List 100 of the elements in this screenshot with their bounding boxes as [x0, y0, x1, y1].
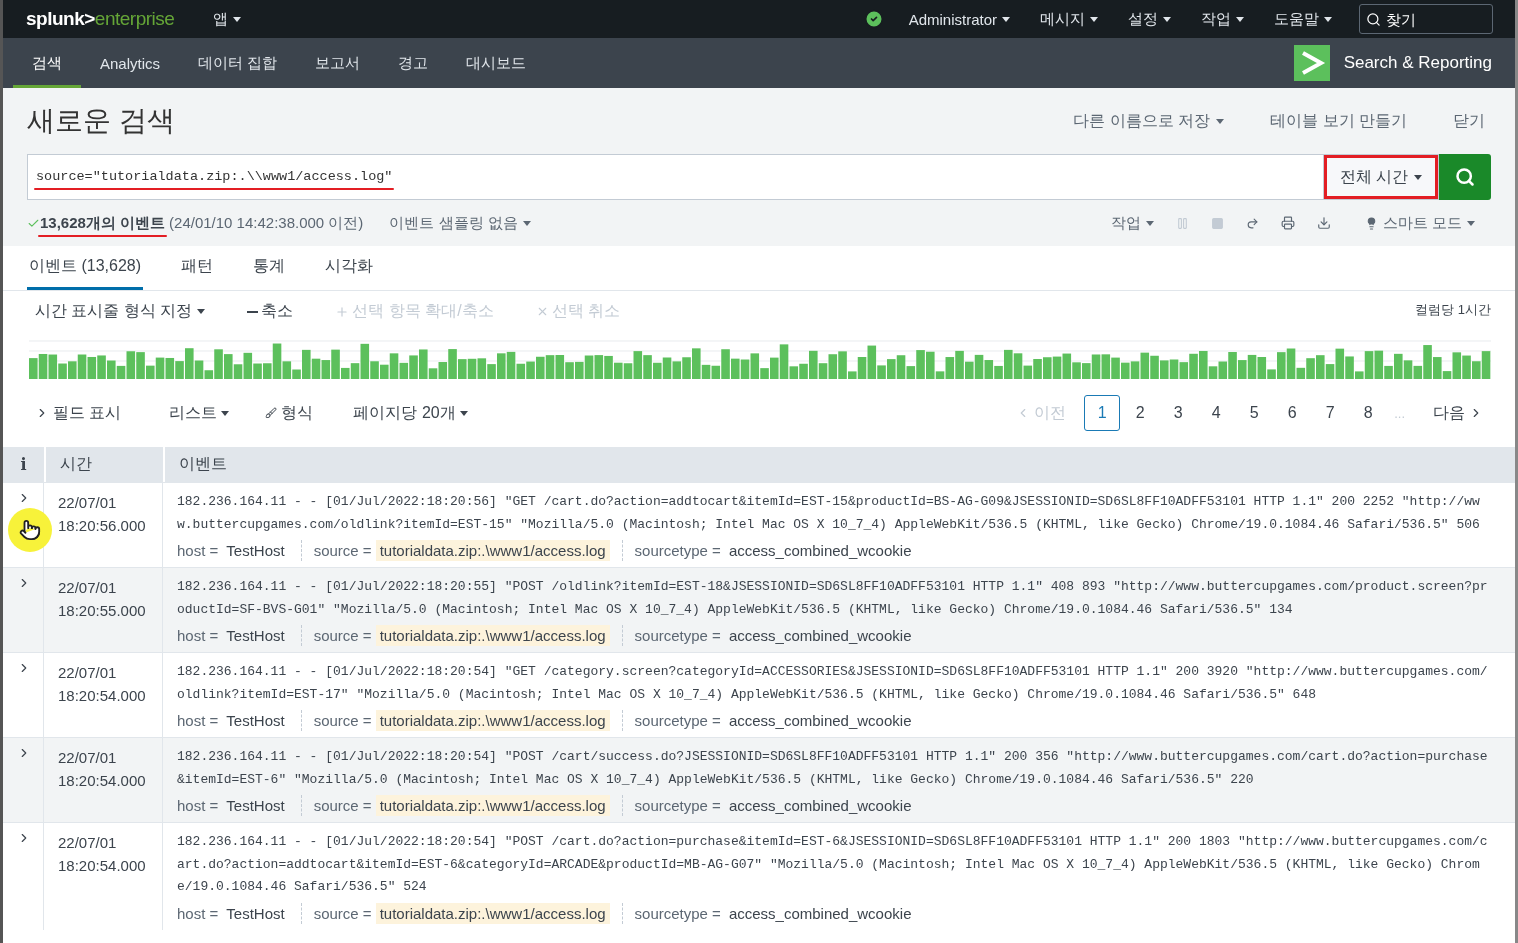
event-raw-text: 182.236.164.11 - - [01/Jul/2022:18:20:54] "GET /category.screen?categoryId=ACCESSORIES&JSESSIONID=SD6SL8FF10ADFF53101 HTTP 1.1" 200 3920 "http://www.buttercupgames.com/ [177, 663, 1489, 681]
field-value[interactable]: TestHost [222, 625, 289, 646]
top-menu[interactable]: 작업 [1186, 9, 1259, 29]
event-raw-text: 182.236.164.11 - - [01/Jul/2022:18:20:55] "POST /oldlink?itemId=EST-18&JSESSIONID=SD6SL8FF10ADFF53101 HTTP 1.1" 408 893 "http://www.buttercupgames.com/product.screen?pr [177, 578, 1489, 596]
field-value[interactable]: tutorialdata.zip:.\www1/access.log [375, 902, 610, 924]
page-number[interactable]: 1 [1084, 395, 1121, 431]
event-raw-text: 182.236.164.11 - - [01/Jul/2022:18:20:54] "POST /cart/success.do?JSESSIONID=SD6SL8FF10ADFF53101 HTTP 1.1" 200 356 "http://www.buttercupgames.com/cart.do?action=purchase [177, 748, 1489, 766]
nav-tab[interactable]: Analytics [81, 38, 180, 88]
download-icon [1316, 216, 1331, 230]
search-button[interactable] [1439, 154, 1491, 200]
page-number[interactable]: 5 [1236, 395, 1273, 431]
field-value[interactable]: TestHost [222, 902, 289, 924]
event-date: 22/07/01 [58, 493, 118, 513]
field-value[interactable]: access_combined_wcookie [724, 710, 916, 731]
nav-tab[interactable]: 보고서 [296, 38, 380, 88]
job-action-button[interactable] [1316, 216, 1331, 230]
top-menu[interactable]: 도움말 [1259, 9, 1347, 29]
timeline-action[interactable]: 축소 [247, 301, 294, 322]
field-name: source = [313, 904, 372, 922]
page-number[interactable]: 7 [1312, 395, 1349, 431]
field-name: source = [313, 712, 372, 729]
page-action-link[interactable]: 다른 이름으로 저장 [1067, 109, 1231, 133]
column-header[interactable]: i [3, 447, 44, 482]
field-value[interactable]: TestHost [222, 710, 289, 731]
field-value[interactable]: tutorialdata.zip:.\www1/access.log [375, 625, 610, 646]
results-tab[interactable]: 패턴 [179, 246, 216, 290]
event-time: 18:20:54.000 [58, 686, 147, 706]
field-name: source = [313, 542, 372, 559]
timeline-format-dropdown[interactable]: 시간 표시줄 형식 지정 [35, 301, 206, 322]
next-page-link[interactable]: 다음 [1425, 402, 1491, 424]
job-action-button[interactable] [1280, 216, 1295, 230]
field-value[interactable]: access_combined_wcookie [724, 540, 916, 561]
event-raw-text: art.do?action=addtocart&itemId=EST-6&categoryId=ARCADE&productId=MB-AG-G07" "Mozilla/5.0 (Macintosh; Intel Mac OS X 10_7_4) AppleWebKit/536.5 (KHTML, like Gecko) Chrom [177, 855, 1481, 874]
nav-tab[interactable]: 데이터 집합 [179, 38, 297, 88]
search-icon [1366, 12, 1381, 27]
page-number[interactable]: 2 [1122, 395, 1159, 431]
field-name: source = [313, 797, 372, 814]
job-action-button[interactable] [1245, 216, 1259, 230]
field-name: sourcetype = [634, 542, 721, 559]
page-number[interactable]: 8 [1350, 395, 1387, 431]
page-number[interactable]: 4 [1198, 395, 1235, 431]
caret-icon [1002, 16, 1010, 22]
search-field[interactable]: 찾기 [1359, 4, 1493, 34]
column-header[interactable]: 이벤트 [163, 447, 1515, 482]
field-value[interactable]: access_combined_wcookie [724, 902, 916, 924]
share-icon [1245, 216, 1259, 230]
event-date: 22/07/01 [58, 748, 118, 768]
event-date: 22/07/01 [58, 578, 118, 598]
event-time: 18:20:54.000 [58, 856, 147, 876]
page-action-link[interactable]: 테이블 보기 만들기 [1264, 109, 1413, 133]
results-tab[interactable]: 이벤트 (13,628) [27, 246, 144, 290]
field-value[interactable]: tutorialdata.zip:.\www1/access.log [375, 795, 610, 816]
time-range-picker[interactable]: 전체 시간 [1323, 154, 1439, 200]
caret-icon [1324, 16, 1332, 22]
event-raw-text: e/19.0.1084.46 Safari/536.5" 524 [177, 878, 428, 896]
list-dropdown[interactable]: 리스트 [169, 402, 230, 424]
page-action-link[interactable]: 닫기 [1447, 109, 1491, 133]
results-tab[interactable]: 시각화 [323, 246, 376, 290]
nav-tab[interactable]: 대시보드 [447, 38, 546, 88]
per-page-dropdown[interactable]: 페이지당 20개 [353, 402, 468, 424]
page-number[interactable]: 3 [1160, 395, 1197, 431]
caret-icon [221, 410, 230, 416]
caret-icon [1090, 16, 1098, 22]
caret-icon [1467, 220, 1475, 226]
field-value[interactable]: tutorialdata.zip:.\www1/access.log [375, 540, 610, 561]
plus-icon [335, 304, 350, 319]
nav-tab[interactable]: 경고 [379, 38, 448, 88]
field-value[interactable]: access_combined_wcookie [724, 795, 916, 816]
print-icon [1280, 216, 1295, 230]
caret-icon [459, 410, 468, 416]
top-menu[interactable]: Administrator [893, 10, 1025, 28]
minus-icon [247, 310, 259, 313]
field-value[interactable]: access_combined_wcookie [724, 625, 916, 646]
job-menu[interactable]: 작업 [1110, 213, 1154, 233]
search-query-field[interactable]: source="tutorialdata.zip:.\\www1/access.log" [27, 154, 1323, 200]
top-menu[interactable]: 메시지 [1025, 9, 1113, 29]
top-menu[interactable]: 설정 [1113, 9, 1186, 29]
event-raw-text: 182.236.164.11 - - [01/Jul/2022:18:20:56] "GET /cart.do?action=addtocart&itemId=EST-15&productId=BS-AG-G09&JSESSIONID=SD6SL8FF10ADFF53101 HTTP 1.1" 200 2252 "http://ww [177, 493, 1481, 511]
column-header[interactable]: 시간 [44, 447, 163, 482]
event-raw-text: oldlink?itemId=EST-17" "Mozilla/5.0 (Macintosh; Intel Mac OS X 10_7_4) AppleWebKit/536.5 (KHTML, like Gecko) Chrome/19.0.1084.46 Safari/536.5" 648 [177, 685, 1317, 704]
field-name: host = [177, 712, 219, 729]
field-name: sourcetype = [634, 797, 721, 814]
splunk-logo[interactable]: splunk>enterprise [26, 8, 175, 30]
caret-icon [233, 16, 242, 22]
show-fields-toggle[interactable]: 필드 표시 [35, 402, 122, 424]
event-time: 18:20:54.000 [58, 771, 147, 791]
brush-icon [265, 407, 278, 419]
event-raw-text: oductId=SF-BVS-G01" "Mozilla/5.0 (Macintosh; Intel Mac OS X 10_7_4) AppleWebKit/536.5 (KHTML, like Gecko) Chrome/19.0.1084.46 Safari/536.5" 134 [177, 600, 1294, 619]
page-number[interactable]: 6 [1274, 395, 1311, 431]
format-button[interactable]: 형식 [265, 402, 314, 424]
sampling-dropdown[interactable]: 이벤트 샘플링 없음 [389, 213, 531, 233]
event-count: 13,628개의 이벤트 [40, 213, 166, 233]
field-value[interactable]: TestHost [222, 795, 289, 816]
pause-icon [1175, 216, 1189, 230]
app-menu[interactable]: 앱 [198, 9, 257, 29]
field-value[interactable]: TestHost [222, 540, 289, 561]
search-mode-dropdown[interactable]: 스마트 모드 [1364, 213, 1475, 233]
event-raw-text: &itemId=EST-6" "Mozilla/5.0 (Macintosh; Intel Mac OS X 10_7_4) AppleWebKit/536.5 (KHTML, like Gecko) Chrome/19.0.1084.46 Safari/536.5" 220 [177, 770, 1255, 789]
field-value[interactable]: tutorialdata.zip:.\www1/access.log [375, 710, 610, 731]
results-tab[interactable]: 통계 [251, 246, 288, 290]
